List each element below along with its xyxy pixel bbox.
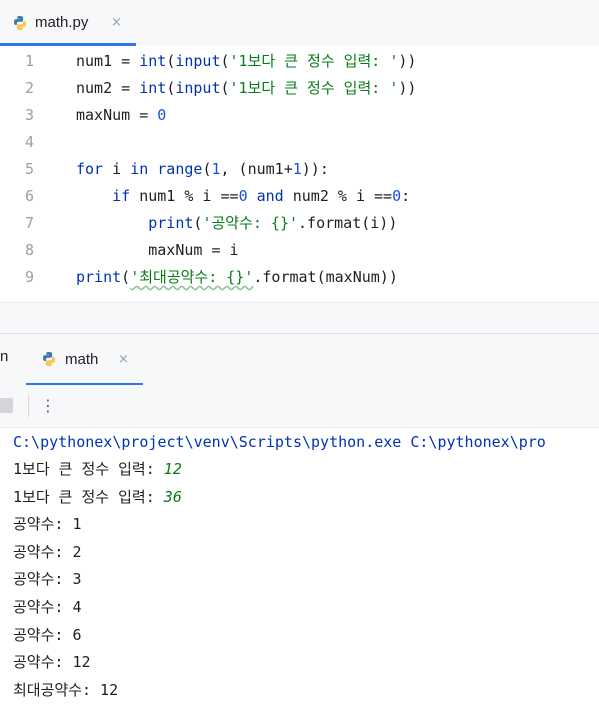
- more-options-icon[interactable]: ⋮: [40, 394, 56, 418]
- code-token: in: [130, 160, 149, 178]
- code-token: )): [398, 52, 417, 70]
- console-line: 공약수: 12: [13, 649, 91, 676]
- code-token: 1: [292, 160, 302, 178]
- console-output-text: 공약수: 1: [13, 515, 82, 534]
- editor-tab-label: math.py: [35, 14, 89, 31]
- code-token: range: [157, 160, 203, 178]
- code-token: :: [401, 187, 411, 205]
- line-number: 3: [24, 106, 34, 124]
- code-editor[interactable]: 1 2 3 4 5 6 7 8 9 num1 = int(input('1보다 큰 정수 입력: …: [0, 46, 599, 302]
- console-output-text: 공약수: 6: [13, 625, 82, 644]
- code-line: maxNum = i: [76, 237, 239, 264]
- python-file-icon: [14, 16, 26, 30]
- code-line: if num1 % i ==0 and num2 % i ==0:: [76, 183, 410, 210]
- console-output-text: 공약수: 2: [13, 542, 82, 561]
- line-number: 8: [24, 241, 34, 259]
- code-token: print: [76, 268, 122, 286]
- code-token: )):: [301, 160, 329, 178]
- python-run-config-icon: [43, 352, 55, 366]
- code-line: num2 = int(input('1보다 큰 정수 입력: ')): [76, 75, 416, 102]
- console-line: 공약수: 3: [13, 566, 82, 593]
- code-token: num2 % i ==: [283, 187, 393, 205]
- console-line: 공약수: 4: [13, 594, 82, 621]
- code-token: (: [166, 52, 176, 70]
- code-token: .format(i)): [298, 214, 398, 232]
- console-line: 최대공약수: 12: [13, 677, 118, 704]
- code-token: maxNum = i: [76, 241, 239, 259]
- line-number: 7: [24, 214, 34, 232]
- code-token: i: [103, 160, 131, 178]
- console-line: 1보다 큰 정수 입력: 12: [13, 456, 182, 483]
- toolbar-divider: [28, 395, 29, 417]
- console-line: 공약수: 1: [13, 511, 82, 538]
- code-token: and: [256, 187, 284, 205]
- console-output-text: 공약수: 3: [13, 570, 82, 589]
- line-number: 5: [24, 160, 34, 178]
- console-output-text: 최대공약수: 12: [13, 680, 119, 699]
- console-output-text: 1보다 큰 정수 입력:: [13, 487, 164, 506]
- line-number: 6: [24, 187, 34, 205]
- console-output-text: 공약수: 12: [13, 653, 91, 672]
- editor-bottom-area: [0, 302, 599, 333]
- code-line: print('공약수: {}'.format(i)): [76, 210, 397, 237]
- run-tab-label: math: [65, 351, 99, 368]
- code-token: 1: [211, 160, 221, 178]
- code-token: num2 =: [76, 79, 140, 97]
- code-token: '1보다 큰 정수 입력: ': [229, 52, 399, 70]
- console-user-input: 12: [163, 460, 182, 478]
- run-toolbar: ⋮: [0, 385, 599, 428]
- code-token: .format(maxNum)): [253, 268, 398, 286]
- code-token: '최대공약수: {}': [130, 268, 254, 286]
- code-line: num1 = int(input('1보다 큰 정수 입력: ')): [76, 48, 416, 75]
- run-tool-window-tab-bar: n math ×: [0, 333, 599, 386]
- console-user-input: 36: [163, 487, 182, 506]
- code-token: (: [121, 268, 131, 286]
- editor-tab-math-py[interactable]: math.py ×: [0, 0, 136, 46]
- code-token: num1 % i ==: [130, 187, 239, 205]
- console-output-text: 1보다 큰 정수 입력:: [13, 460, 164, 478]
- line-number: 2: [24, 79, 34, 97]
- line-number: 4: [24, 133, 34, 151]
- code-line: maxNum = 0: [76, 102, 166, 129]
- code-token: print: [148, 214, 194, 232]
- code-token: input: [175, 52, 221, 70]
- code-token: 0: [238, 187, 248, 205]
- line-number: 1: [24, 52, 34, 70]
- stop-icon[interactable]: [0, 398, 13, 413]
- code-line: print('최대공약수: {}'.format(maxNum)): [76, 264, 398, 291]
- console-line: 공약수: 2: [13, 539, 82, 566]
- code-token: 0: [157, 106, 167, 124]
- run-console-output[interactable]: C:\pythonex\project\venv\Scripts\python.…: [0, 428, 599, 717]
- editor-tab-bar: math.py ×: [0, 0, 599, 46]
- code-token: (: [166, 79, 176, 97]
- code-line: for i in range(1, (num1+1)):: [76, 156, 329, 183]
- code-token: for: [76, 160, 104, 178]
- clipped-tab-text: n: [0, 348, 9, 365]
- console-output-text: 공약수: 4: [13, 598, 82, 616]
- line-number: 9: [24, 268, 34, 286]
- code-token: 0: [392, 187, 402, 205]
- console-line: 1보다 큰 정수 입력: 36: [13, 484, 182, 511]
- code-token: (: [220, 79, 230, 97]
- code-token: int: [139, 52, 167, 70]
- code-token: (: [220, 52, 230, 70]
- code-token: , (num1+: [220, 160, 293, 178]
- code-token: if: [112, 187, 131, 205]
- code-token: '공약수: {}': [202, 214, 299, 232]
- console-line: 공약수: 6: [13, 622, 82, 649]
- close-icon[interactable]: ×: [118, 352, 129, 367]
- run-tab-math[interactable]: math ×: [26, 334, 143, 386]
- close-icon[interactable]: ×: [111, 15, 122, 30]
- code-token: num1 =: [76, 52, 140, 70]
- console-command-line: C:\pythonex\project\venv\Scripts\python.…: [13, 433, 546, 451]
- code-token: )): [398, 79, 417, 97]
- code-token: '1보다 큰 정수 입력: ': [229, 79, 399, 97]
- code-token: input: [175, 79, 221, 97]
- code-token: int: [139, 79, 167, 97]
- code-token: maxNum =: [76, 106, 158, 124]
